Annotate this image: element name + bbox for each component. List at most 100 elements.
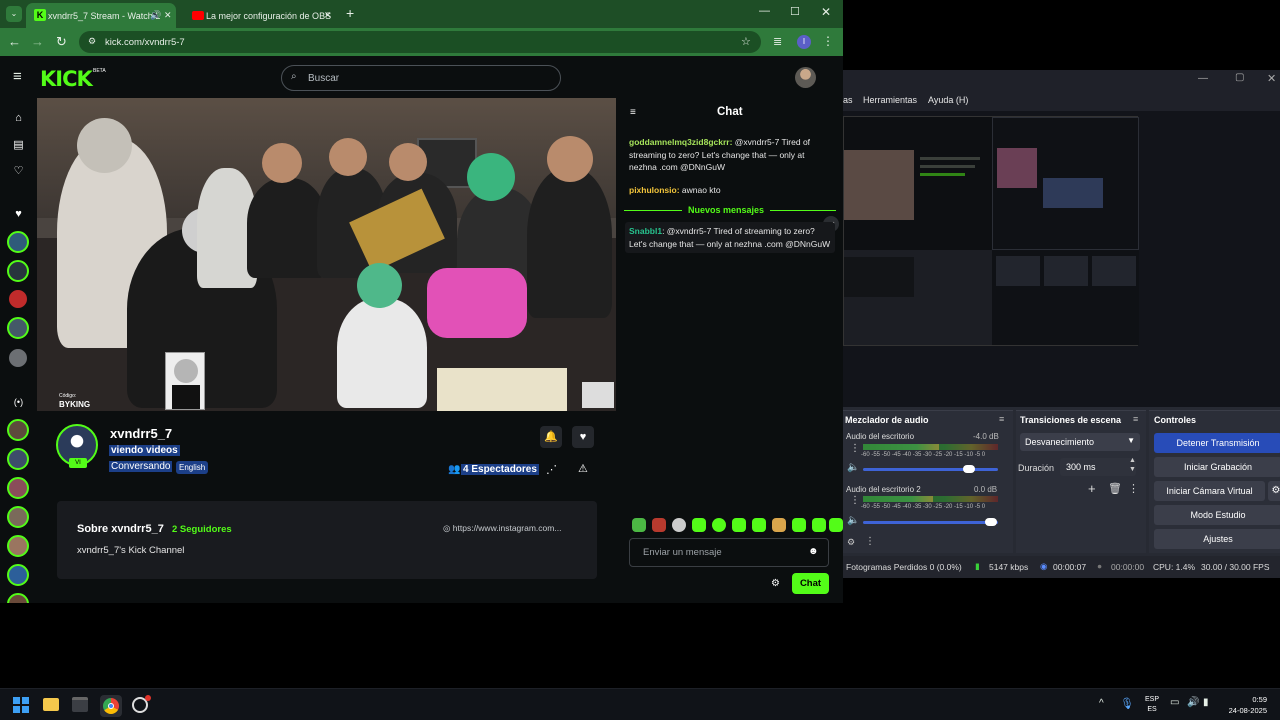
share-icon[interactable]: ⋰ [546, 463, 557, 476]
report-icon[interactable]: ⚠ [578, 462, 588, 475]
recommended-channel-avatar[interactable] [7, 448, 29, 470]
virtual-camera-button[interactable]: Iniciar Cámara Virtual [1154, 481, 1265, 501]
star-icon[interactable]: ☆ [741, 35, 751, 48]
settings-button[interactable]: Ajustes [1154, 529, 1280, 549]
kebab-icon[interactable]: ⋮ [1128, 482, 1139, 495]
kick-logo[interactable]: KICK [40, 67, 93, 91]
windows-start-icon[interactable] [13, 697, 29, 713]
followed-channel-avatar[interactable] [7, 260, 29, 282]
recommended-channel-avatar[interactable] [7, 477, 29, 499]
emote[interactable] [772, 518, 786, 532]
following-icon[interactable]: ♡ [8, 161, 29, 182]
forward-icon[interactable]: → [31, 34, 44, 49]
emote[interactable] [632, 518, 646, 532]
reload-icon[interactable]: ↻ [56, 34, 67, 50]
followed-channel-avatar[interactable] [7, 288, 29, 310]
back-icon[interactable]: ← [8, 34, 21, 49]
chat-username[interactable]: pixhulonsio: [629, 185, 680, 195]
chat-settings-gear-icon[interactable]: ⚙ [771, 578, 780, 589]
stepper-icon[interactable]: ▲ ▼ [1129, 456, 1136, 474]
heart-icon[interactable]: ♥ [8, 204, 29, 225]
emote[interactable] [672, 518, 686, 532]
emote[interactable] [652, 518, 666, 532]
file-explorer-icon[interactable] [43, 698, 59, 711]
followed-channel-avatar[interactable] [7, 317, 29, 339]
search-input[interactable]: ⌕ Buscar [281, 65, 561, 91]
maximize-icon[interactable]: ▢ [1235, 72, 1244, 83]
maximize-icon[interactable]: ☐ [790, 5, 800, 18]
network-icon[interactable]: ▭ [1170, 697, 1179, 708]
kebab-icon[interactable]: ⋮ [850, 495, 860, 506]
chat-username[interactable]: goddamnelmq3zid8gckrr: [629, 137, 732, 147]
streamer-name[interactable]: xvndrr5_7 [110, 426, 172, 441]
duration-input[interactable]: 300 ms [1060, 458, 1136, 476]
emote[interactable] [829, 518, 843, 532]
emote[interactable] [692, 518, 706, 532]
address-bar[interactable]: ⚙ kick.com/xvndrr5-7 ☆ [79, 31, 761, 53]
minimize-icon[interactable]: — [759, 5, 770, 17]
gear-icon[interactable]: ⚙ [847, 537, 855, 548]
chevron-up-icon[interactable]: ^ [1099, 698, 1104, 709]
followed-channel-avatar[interactable] [7, 347, 29, 369]
recommended-channel-avatar[interactable] [7, 593, 29, 603]
menu-item-tools[interactable]: Herramientas [863, 95, 917, 105]
panel-menu-icon[interactable]: ≡ [999, 414, 1004, 424]
browse-icon[interactable]: ▤ [8, 135, 29, 156]
tab-youtube[interactable]: La mejor configuración de OBS ✕ [184, 3, 340, 28]
microphone-icon[interactable]: 🎙 [1120, 697, 1134, 710]
gear-icon[interactable]: ⚙ [1268, 481, 1280, 501]
volume-slider[interactable] [863, 521, 998, 524]
speaker-icon[interactable]: 🔊 [150, 10, 161, 21]
kebab-icon[interactable]: ⋮ [865, 536, 875, 547]
menu-kebab-icon[interactable]: ⋮ [822, 34, 834, 48]
transition-select[interactable]: Desvanecimiento ▼ [1020, 433, 1140, 451]
emoji-icon[interactable]: ☻ [808, 546, 819, 557]
add-icon[interactable]: + [1088, 481, 1096, 496]
chat-username[interactable]: Snabbl1 [629, 226, 662, 236]
menu-item-scenes[interactable]: as [843, 95, 853, 105]
volume-slider[interactable] [863, 468, 998, 471]
speaker-icon[interactable]: 🔈 [847, 462, 859, 473]
profile-avatar[interactable]: I [797, 35, 811, 49]
emote[interactable] [752, 518, 766, 532]
studio-mode-button[interactable]: Modo Estudio [1154, 505, 1280, 525]
clock[interactable]: 0:59 24-08-2025 [1222, 694, 1267, 716]
home-icon[interactable]: ⌂ [8, 108, 29, 129]
category-link[interactable]: Conversando [109, 461, 173, 472]
bell-icon[interactable]: 🔔 [540, 426, 562, 448]
chrome-taskbar-button[interactable] [100, 695, 122, 717]
kebab-icon[interactable]: ⋮ [850, 443, 860, 454]
close-icon[interactable]: ✕ [1267, 72, 1276, 85]
language-tag[interactable]: English [176, 461, 209, 474]
close-window-icon[interactable]: ✕ [821, 5, 831, 19]
menu-item-help[interactable]: Ayuda (H) [928, 95, 968, 105]
new-tab-button[interactable]: + [346, 5, 354, 21]
recommended-channel-avatar[interactable] [7, 535, 29, 557]
volume-icon[interactable]: 🔊 [1187, 697, 1199, 708]
speaker-icon[interactable]: 🔈 [847, 515, 859, 526]
volume-handle[interactable] [985, 518, 997, 526]
trash-icon[interactable]: 🗑 [1108, 482, 1122, 495]
follow-heart-icon[interactable]: ♥ [572, 426, 594, 448]
start-recording-button[interactable]: Iniciar Grabación [1154, 457, 1280, 477]
instagram-link[interactable]: ◎ https://www.instagram.com... [443, 523, 561, 534]
followed-channel-avatar[interactable] [7, 231, 29, 253]
emote[interactable] [792, 518, 806, 532]
minimize-icon[interactable]: — [1198, 73, 1208, 84]
panel-menu-icon[interactable]: ≡ [1133, 414, 1138, 424]
tab-kick[interactable]: K xvndrr5_7 Stream - Watch L 🔊 ✕ [26, 3, 176, 28]
store-icon[interactable] [72, 697, 88, 712]
recommended-icon[interactable]: (•) [8, 392, 29, 413]
chat-input[interactable]: Enviar un mensaje ☻ [629, 538, 829, 567]
volume-handle[interactable] [963, 465, 975, 473]
close-tab-icon[interactable]: ✕ [164, 10, 172, 21]
recommended-channel-avatar[interactable] [7, 506, 29, 528]
video-player[interactable]: Código: BYKING [37, 98, 616, 411]
emote[interactable] [712, 518, 726, 532]
media-icon[interactable]: ≣ [773, 35, 782, 48]
recommended-channel-avatar[interactable] [7, 419, 29, 441]
recommended-channel-avatar[interactable] [7, 564, 29, 586]
site-info-icon[interactable]: ⚙ [88, 36, 96, 47]
send-chat-button[interactable]: Chat [792, 573, 829, 594]
collapse-chat-icon[interactable]: ≡ [630, 107, 636, 118]
